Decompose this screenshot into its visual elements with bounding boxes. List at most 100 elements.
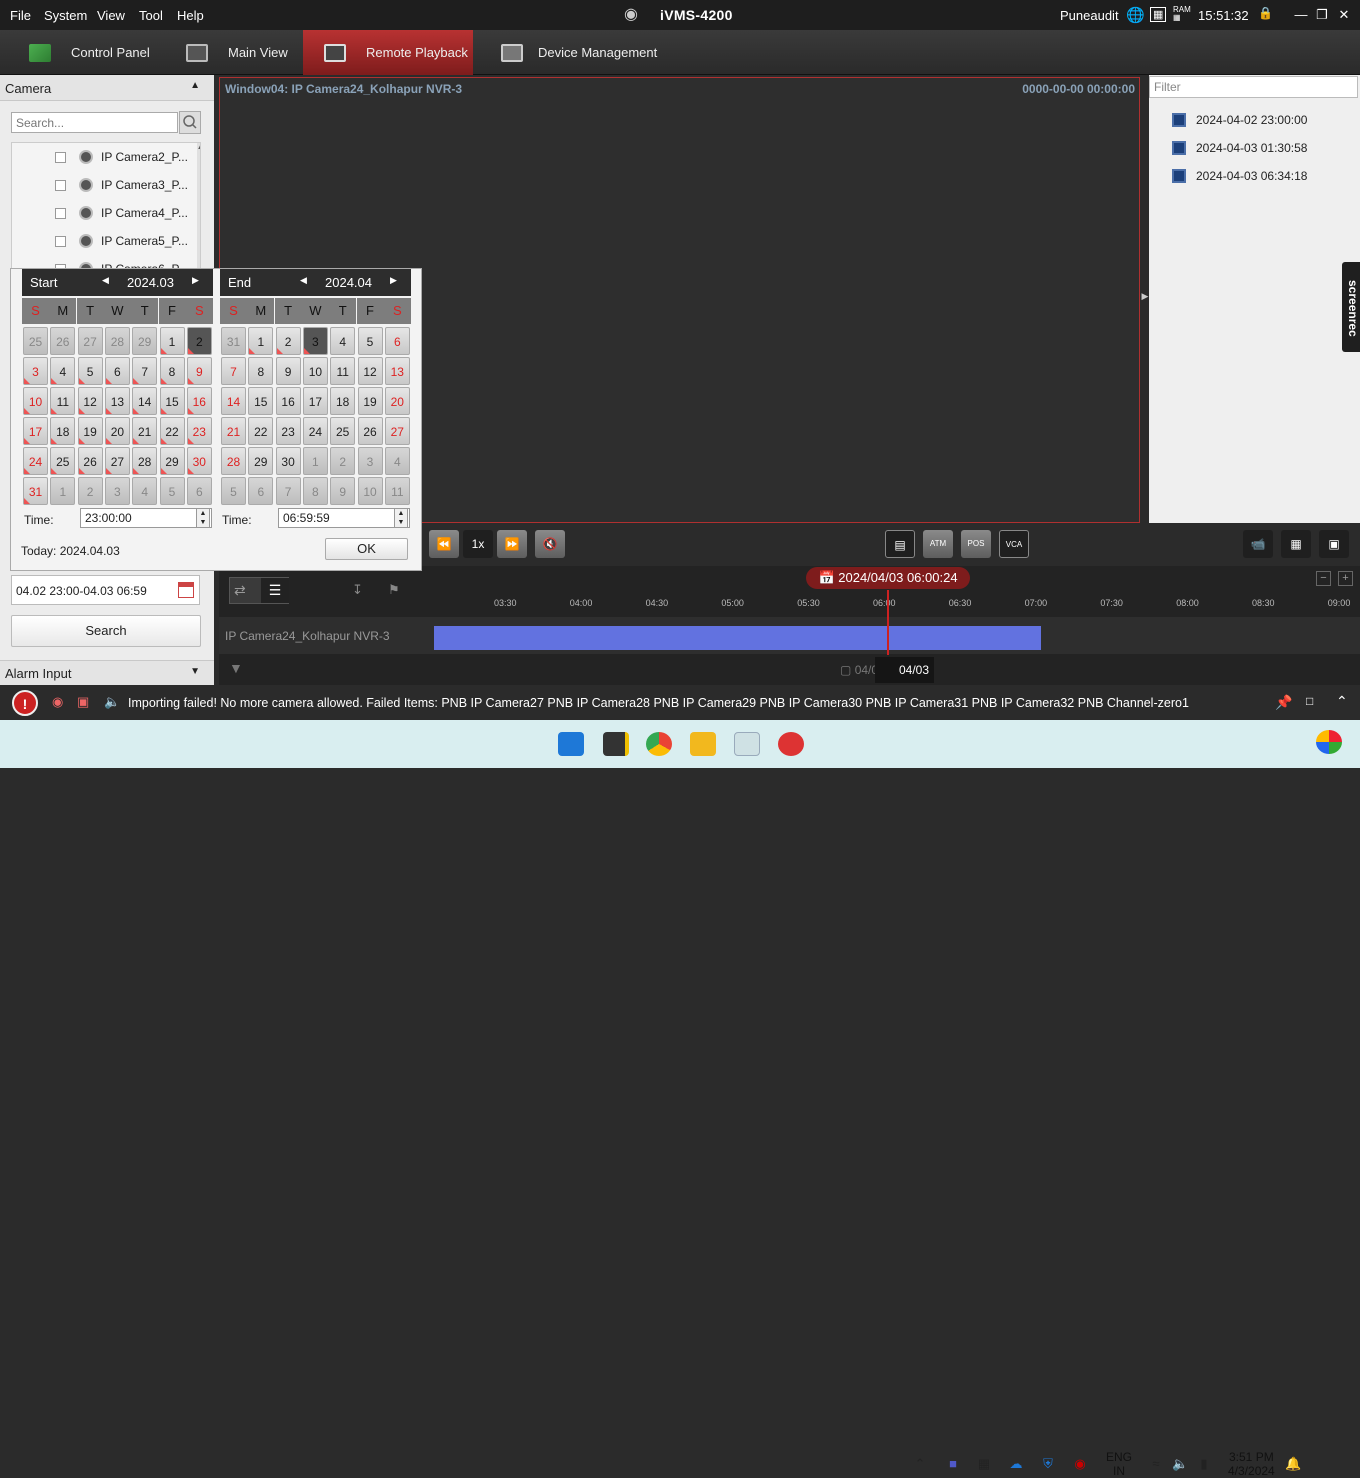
close-button[interactable]: ✕ [1334, 6, 1354, 24]
globe-icon[interactable]: 🌐 [1126, 6, 1145, 24]
calendar-day[interactable]: 19 [357, 387, 383, 415]
calendar-day[interactable]: 19 [77, 417, 103, 445]
system-clock[interactable]: 3:51 PM 4/3/2024 [1228, 1450, 1275, 1478]
collapse-icon[interactable]: ▲ [190, 80, 200, 91]
download-icon[interactable]: ↧ [352, 582, 363, 598]
calendar-day[interactable]: 11 [330, 357, 356, 385]
calendar-day[interactable]: 29 [248, 447, 274, 475]
filter-icon[interactable]: ▼ [229, 660, 243, 676]
app-tray-icon[interactable]: ▦ [976, 1456, 992, 1472]
lock-icon[interactable]: 🔒 [1258, 6, 1273, 20]
chrome-icon[interactable] [646, 732, 672, 756]
filter-input[interactable]: Filter [1149, 76, 1358, 98]
calendar-day[interactable]: 10 [357, 477, 383, 505]
layout-icon[interactable]: ▦ [1281, 530, 1311, 558]
calendar-day[interactable]: 11 [384, 477, 410, 505]
calendar-day[interactable]: 28 [104, 327, 130, 355]
tab-remote-playback[interactable]: Remote Playback [303, 30, 473, 75]
calendar-day[interactable]: 30 [275, 447, 301, 475]
menu-view[interactable]: View [97, 8, 125, 23]
expand-up-icon[interactable]: ⌃ [1336, 693, 1348, 710]
record-list-button[interactable]: ▤ [885, 530, 915, 558]
calendar-icon[interactable] [178, 582, 194, 598]
calendar-day[interactable]: 1 [159, 327, 185, 355]
calendar-day[interactable]: 16 [186, 387, 212, 415]
calendar-day[interactable]: 29 [159, 447, 185, 475]
calendar-day[interactable]: 17 [302, 387, 328, 415]
camera-section-header[interactable]: Camera ▲ [0, 75, 214, 101]
calendar-day[interactable]: 7 [221, 357, 246, 385]
checkbox[interactable] [55, 207, 66, 219]
camera-search-input[interactable]: Search... [11, 112, 178, 133]
bookmark-icon[interactable]: ⚑ [388, 582, 400, 598]
calendar-day[interactable]: 6 [248, 477, 274, 505]
calendar-day[interactable]: 10 [302, 357, 328, 385]
calendar-day[interactable]: 8 [248, 357, 274, 385]
calendar-day[interactable]: 25 [50, 447, 76, 475]
calendar-day[interactable]: 4 [50, 357, 76, 385]
calendar-day[interactable]: 28 [221, 447, 246, 475]
calendar-day[interactable]: 5 [77, 357, 103, 385]
calendar-day[interactable]: 21 [132, 417, 158, 445]
calendar-day[interactable]: 29 [132, 327, 158, 355]
calendar-day[interactable]: 26 [77, 447, 103, 475]
zoom-out-button[interactable]: − [1316, 571, 1331, 586]
file-explorer-icon[interactable] [690, 732, 716, 756]
start-time-spinner[interactable]: ▲ ▼ [196, 508, 210, 528]
calendar-day[interactable]: 25 [23, 327, 48, 355]
ivms-icon[interactable] [734, 732, 760, 756]
calendar-day[interactable]: 26 [50, 327, 76, 355]
battery-icon[interactable]: ▮ [1196, 1456, 1212, 1472]
list-item[interactable]: IP Camera3_P... [12, 171, 192, 199]
chevron-up-icon[interactable]: ⌃ [912, 1456, 928, 1472]
panel-expander[interactable]: ▶ [1141, 77, 1149, 523]
camera-capture-icon[interactable]: 📹 [1243, 530, 1273, 558]
calendar-day[interactable]: 7 [275, 477, 301, 505]
calendar-day[interactable]: 6 [384, 327, 410, 355]
recording-segment[interactable] [434, 626, 1041, 650]
prev-month-icon[interactable]: ◀ [300, 275, 307, 286]
fullscreen-icon[interactable]: ▣ [1319, 530, 1349, 558]
calendar-day[interactable]: 22 [248, 417, 274, 445]
checkbox[interactable] [55, 235, 66, 247]
ram-icon[interactable]: RAM ▦ [1173, 6, 1191, 22]
timeline-cursor[interactable] [887, 590, 889, 655]
maximize-icon[interactable]: □ [1306, 694, 1313, 708]
list-item[interactable]: 2024-04-02 23:00:00 [1172, 113, 1307, 127]
speaker-alert-icon[interactable]: 🔈 [104, 694, 120, 710]
checkbox[interactable] [55, 179, 66, 191]
chevron-down-icon[interactable]: ▼ [190, 666, 200, 677]
zoom-in-button[interactable]: + [1338, 571, 1353, 586]
calendar-day[interactable]: 2 [77, 477, 103, 505]
calendar-day[interactable]: 4 [132, 477, 158, 505]
calendar-day[interactable]: 5 [159, 477, 185, 505]
calendar-day[interactable]: 7 [132, 357, 158, 385]
calendar-day[interactable]: 15 [248, 387, 274, 415]
calendar-day[interactable]: 1 [302, 447, 328, 475]
calendar-day[interactable]: 14 [132, 387, 158, 415]
calendar-day[interactable]: 4 [330, 327, 356, 355]
calendar-day[interactable]: 4 [384, 447, 410, 475]
calendar-day[interactable]: 27 [104, 447, 130, 475]
calendar-day[interactable]: 1 [50, 477, 76, 505]
sliders-icon[interactable]: ☰ [261, 578, 289, 603]
menu-file[interactable]: File [10, 8, 31, 23]
next-month-icon[interactable]: ▶ [192, 275, 199, 286]
calendar-day[interactable]: 30 [186, 447, 212, 475]
bell-icon[interactable]: 🔔 [1285, 1456, 1301, 1472]
date-tab-current[interactable]: 04/03 [875, 657, 934, 683]
teams-icon[interactable]: ■ [945, 1456, 961, 1472]
timeline-mode-toggle[interactable]: ⇄ ☰ [229, 577, 289, 604]
calendar-day[interactable]: 12 [77, 387, 103, 415]
list-item[interactable]: 2024-04-03 06:34:18 [1172, 169, 1307, 183]
chevron-right-icon[interactable]: ▶ [1142, 291, 1149, 301]
menu-system[interactable]: System [44, 8, 87, 23]
tab-main-view[interactable]: Main View [186, 30, 296, 75]
wifi-icon[interactable]: ≈ [1148, 1456, 1164, 1472]
calendar-day[interactable]: 20 [384, 387, 410, 415]
copilot-icon[interactable] [1316, 730, 1342, 754]
list-item[interactable]: IP Camera2_P... [12, 143, 192, 171]
prev-month-icon[interactable]: ◀ [102, 275, 109, 286]
calendar-day[interactable]: 13 [384, 357, 410, 385]
calendar-day[interactable]: 24 [23, 447, 48, 475]
